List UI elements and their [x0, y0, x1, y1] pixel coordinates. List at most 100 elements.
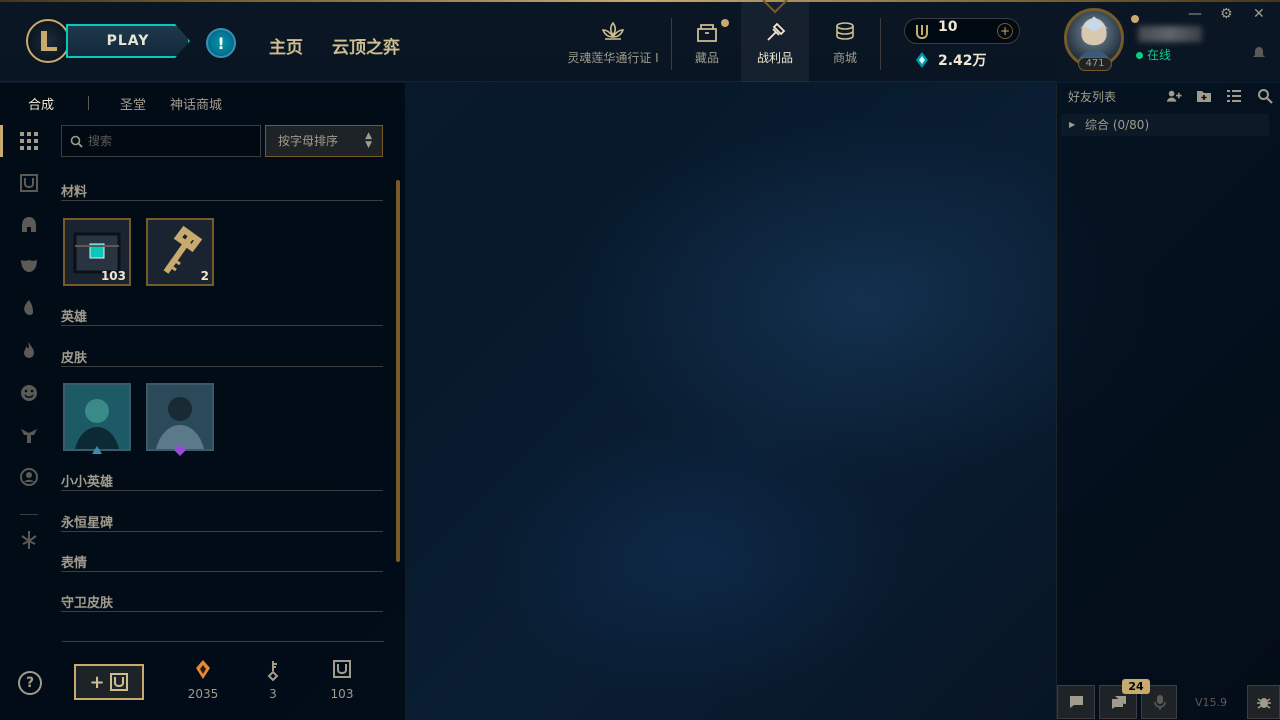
level-badge: 471	[1078, 57, 1112, 71]
hextech-chest-tile[interactable]: 103	[63, 218, 131, 286]
minimize-icon[interactable]: —	[1188, 6, 1202, 22]
tab-mythic-shop[interactable]: 神话商城	[170, 94, 222, 113]
nav-tft[interactable]: 云顶之弈	[332, 33, 400, 58]
bug-icon	[1257, 698, 1271, 709]
search-input[interactable]: 搜索	[61, 125, 261, 157]
nav-loot-label: 战利品	[756, 51, 793, 65]
profile-panel: 471 在线 — ⚙ ✕	[1056, 2, 1280, 82]
chat-bubble-icon	[1070, 696, 1083, 708]
chest-icon	[697, 24, 717, 42]
tab-sanctum[interactable]: 圣堂	[120, 94, 146, 113]
nav-home[interactable]: 主页	[269, 33, 303, 58]
lotus-icon	[601, 21, 625, 40]
summoner-name-blurred	[1138, 26, 1202, 42]
top-navigation: PLAY ! 主页 云顶之弈 灵魂莲华通行证 I 藏品 战利品 商城 + 10 …	[0, 0, 1056, 82]
friend-group-label: 综合 (0/80)	[1085, 118, 1150, 132]
bug-report-button[interactable]	[1247, 685, 1280, 719]
close-icon[interactable]: ✕	[1253, 6, 1265, 22]
loot-icon	[767, 22, 786, 41]
online-dot-icon	[1136, 52, 1143, 59]
conversations-icon	[1112, 696, 1126, 709]
skin-shard-icon	[148, 385, 212, 449]
search-icon	[70, 135, 83, 148]
skin-shard-icon	[65, 385, 129, 449]
ward-skin-icon[interactable]	[19, 425, 39, 445]
buy-rp-button[interactable]: +	[997, 23, 1013, 39]
nav-store[interactable]: 商城	[814, 2, 876, 82]
add-chest-button[interactable]: +	[74, 664, 144, 700]
friends-search-icon[interactable]	[1257, 88, 1273, 104]
rarity-tier-icon	[174, 444, 186, 456]
divider	[20, 514, 38, 515]
orange-essence-icon	[196, 660, 210, 679]
skin-shard-tile[interactable]	[146, 383, 214, 451]
settings-gear-icon[interactable]: ⚙	[1220, 6, 1233, 22]
little-legend-icon[interactable]	[19, 298, 39, 318]
hextech-chest-count: 103	[100, 269, 126, 283]
hextech-key-count: 2	[200, 269, 209, 283]
blue-essence-icon	[916, 52, 928, 68]
chest-icon	[333, 660, 351, 678]
eternals-flame-icon[interactable]	[19, 341, 39, 361]
nav-loot[interactable]: 战利品	[741, 2, 809, 82]
key-fragment-icon	[267, 661, 279, 681]
divider	[62, 641, 384, 642]
chest-counter: 103	[322, 659, 362, 701]
key-fragment-counter: 3	[253, 659, 293, 701]
notification-count-badge: 24	[1122, 679, 1150, 694]
divider	[671, 18, 672, 70]
skin-shard-tile[interactable]	[63, 383, 131, 451]
scrollbar[interactable]	[396, 180, 400, 562]
add-friend-icon[interactable]	[1166, 88, 1186, 104]
friends-panel: 好友列表 ▶ 综合 (0/80)	[1056, 83, 1280, 720]
nav-collection[interactable]: 藏品	[676, 2, 738, 82]
sort-select[interactable]: 按字母排序 ▲ ▼	[265, 125, 383, 157]
add-folder-icon[interactable]	[1196, 88, 1212, 104]
icon-category-icon[interactable]	[19, 467, 39, 487]
client-window: PLAY ! 主页 云顶之弈 灵魂莲华通行证 I 藏品 战利品 商城 + 10 …	[0, 0, 1280, 720]
sort-label: 按字母排序	[278, 134, 339, 148]
microphone-icon	[1154, 695, 1166, 710]
section-little-legends: 小小英雄	[61, 471, 383, 491]
bell-icon[interactable]	[1252, 44, 1266, 60]
nav-collection-label: 藏品	[694, 51, 719, 65]
rp-amount: 10	[938, 19, 958, 35]
tab-craft[interactable]: 合成	[28, 94, 54, 113]
section-emotes: 表情	[61, 552, 383, 572]
notification-dot	[1131, 15, 1139, 23]
section-champions: 英雄	[61, 306, 383, 326]
blue-essence-amount: 2.42万	[938, 53, 987, 69]
hextech-key-tile[interactable]: 2	[146, 218, 214, 286]
active-chevron-icon	[762, 0, 788, 14]
loot-panel: 合成 圣堂 神话商城 搜索 按字母排序 ▲ ▼ 材料 103 2 英雄 皮肤 小小…	[0, 83, 405, 720]
nav-battle-pass[interactable]: 灵魂莲华通行证 I	[560, 2, 666, 82]
search-placeholder: 搜索	[88, 134, 113, 148]
section-materials: 材料	[61, 181, 383, 201]
rp-icon	[916, 25, 928, 40]
other-loot-icon[interactable]	[19, 530, 39, 550]
online-status[interactable]: 在线	[1136, 46, 1171, 63]
section-eternals: 永恒星碑	[61, 512, 383, 532]
friend-group-general[interactable]: ▶ 综合 (0/80)	[1061, 114, 1269, 136]
divider	[880, 18, 881, 70]
sort-arrows-icon: ▲ ▼	[365, 131, 372, 150]
emote-face-icon[interactable]	[19, 383, 39, 403]
store-coins-icon	[836, 22, 854, 40]
chat-button[interactable]	[1057, 685, 1095, 719]
league-logo-icon[interactable]	[26, 19, 70, 63]
alert-icon[interactable]: !	[206, 28, 236, 58]
all-categories-icon[interactable]	[19, 131, 39, 151]
category-active-indicator	[0, 125, 3, 157]
help-icon[interactable]: ?	[18, 671, 42, 695]
expand-triangle-icon: ▶	[1069, 120, 1076, 129]
section-skins: 皮肤	[61, 347, 383, 367]
chest-category-icon[interactable]	[19, 173, 39, 193]
section-ward-skins: 守卫皮肤	[61, 592, 383, 612]
champion-helmet-icon[interactable]	[19, 215, 39, 235]
list-view-icon[interactable]	[1226, 88, 1242, 104]
plus-icon: +	[89, 671, 105, 693]
rarity-tier-icon	[92, 446, 102, 454]
play-label: PLAY	[106, 33, 150, 49]
skin-mask-icon[interactable]	[19, 256, 39, 276]
play-button[interactable]: PLAY	[66, 24, 190, 58]
